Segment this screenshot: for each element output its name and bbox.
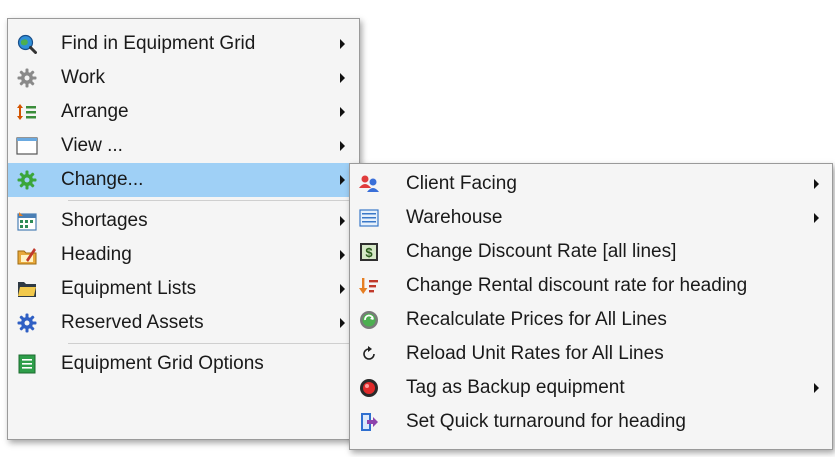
menu-item-label: Reserved Assets — [61, 312, 204, 333]
submenu-item-label: Client Facing — [406, 173, 517, 194]
menu-item-label: Heading — [61, 244, 132, 265]
menu-item-label: Find in Equipment Grid — [61, 33, 256, 54]
submenu-arrow-icon — [340, 216, 345, 226]
menu-item-label: Shortages — [61, 210, 148, 231]
submenu-arrow-icon — [814, 213, 819, 223]
record-icon — [358, 377, 380, 399]
submenu-item-label: Reload Unit Rates for All Lines — [406, 343, 664, 364]
menu-item-label: Equipment Grid Options — [61, 353, 264, 374]
sort-list-icon — [16, 101, 38, 123]
submenu-item-change-discount-rate[interactable]: $ Change Discount Rate [all lines] — [350, 235, 832, 269]
menu-separator — [68, 343, 355, 344]
submenu-arrow-icon — [340, 175, 345, 185]
submenu-item-label: Tag as Backup equipment — [406, 377, 625, 398]
menu-separator — [68, 200, 355, 201]
submenu-arrow-icon — [340, 318, 345, 328]
menu-item-label: View ... — [61, 135, 123, 156]
search-globe-icon — [16, 33, 38, 55]
green-gear-icon — [16, 169, 38, 191]
submenu-item-label: Set Quick turnaround for heading — [406, 411, 686, 432]
submenu-item-set-quick-turnaround[interactable]: Set Quick turnaround for heading — [350, 405, 832, 439]
menu-item-change[interactable]: Change... — [8, 163, 359, 197]
menu-item-view[interactable]: View ... — [8, 129, 359, 163]
context-menu: Find in Equipment Grid Work Arrange View… — [7, 18, 360, 440]
submenu-item-change-rental-discount-rate[interactable]: Change Rental discount rate for heading — [350, 269, 832, 303]
menu-item-label: Change... — [61, 169, 144, 190]
warehouse-list-icon — [358, 207, 380, 229]
calendar-icon — [16, 210, 38, 232]
submenu-arrow-icon — [340, 107, 345, 117]
submenu-item-recalculate-prices[interactable]: Recalculate Prices for All Lines — [350, 303, 832, 337]
exit-arrow-icon — [358, 411, 380, 433]
menu-item-find-in-equipment-grid[interactable]: Find in Equipment Grid — [8, 27, 359, 61]
dollar-icon: $ — [358, 241, 380, 263]
sort-down-icon — [358, 275, 380, 297]
submenu-arrow-icon — [814, 179, 819, 189]
menu-item-equipment-lists[interactable]: Equipment Lists — [8, 272, 359, 306]
folder-icon — [16, 278, 38, 300]
change-submenu: Client Facing Warehouse $ Change Discoun… — [349, 163, 833, 450]
recalculate-icon — [358, 309, 380, 331]
submenu-arrow-icon — [340, 141, 345, 151]
menu-item-label: Arrange — [61, 101, 129, 122]
gear-icon — [16, 67, 38, 89]
submenu-arrow-icon — [340, 250, 345, 260]
menu-item-reserved-assets[interactable]: Reserved Assets — [8, 306, 359, 340]
menu-item-label: Work — [61, 67, 105, 88]
submenu-item-label: Warehouse — [406, 207, 503, 228]
menu-item-equipment-grid-options[interactable]: Equipment Grid Options — [8, 347, 359, 381]
heading-edit-icon — [16, 244, 38, 266]
options-list-icon — [16, 353, 38, 375]
submenu-item-reload-unit-rates[interactable]: Reload Unit Rates for All Lines — [350, 337, 832, 371]
svg-text:$: $ — [365, 245, 373, 260]
submenu-item-label: Change Discount Rate [all lines] — [406, 241, 677, 262]
submenu-item-warehouse[interactable]: Warehouse — [350, 201, 832, 235]
submenu-arrow-icon — [340, 39, 345, 49]
blue-gear-icon — [16, 312, 38, 334]
submenu-arrow-icon — [340, 73, 345, 83]
submenu-item-label: Recalculate Prices for All Lines — [406, 309, 667, 330]
submenu-arrow-icon — [814, 383, 819, 393]
submenu-item-client-facing[interactable]: Client Facing — [350, 167, 832, 201]
window-icon — [16, 135, 38, 157]
menu-item-arrange[interactable]: Arrange — [8, 95, 359, 129]
menu-item-heading[interactable]: Heading — [8, 238, 359, 272]
submenu-item-label: Change Rental discount rate for heading — [406, 275, 748, 296]
menu-item-work[interactable]: Work — [8, 61, 359, 95]
submenu-item-tag-as-backup[interactable]: Tag as Backup equipment — [350, 371, 832, 405]
submenu-arrow-icon — [340, 284, 345, 294]
menu-item-shortages[interactable]: Shortages — [8, 204, 359, 238]
users-icon — [358, 173, 380, 195]
reload-icon — [358, 343, 380, 365]
menu-item-label: Equipment Lists — [61, 278, 197, 299]
